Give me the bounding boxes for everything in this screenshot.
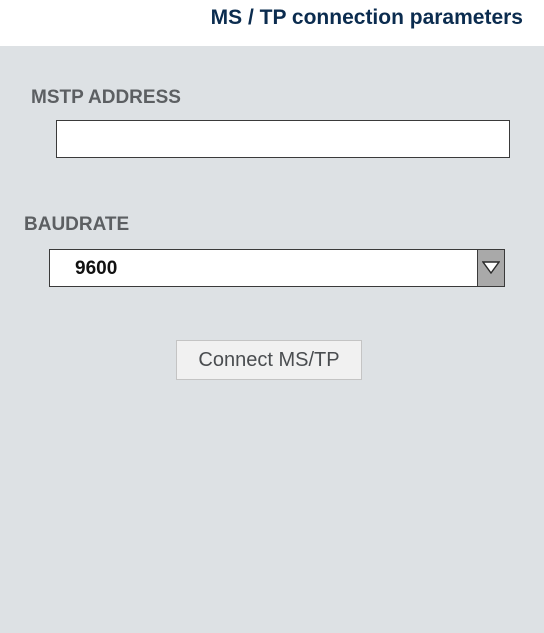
baudrate-select[interactable]: 9600 xyxy=(49,249,505,287)
dropdown-toggle-button[interactable] xyxy=(477,250,504,286)
mstp-address-label: MSTP ADDRESS xyxy=(31,87,181,108)
connect-mstp-button[interactable]: Connect MS/TP xyxy=(176,340,362,380)
triangle-down-icon xyxy=(482,261,500,274)
connection-form: MSTP ADDRESS BAUDRATE 9600 Connect MS/TP xyxy=(0,46,544,633)
baudrate-label: BAUDRATE xyxy=(24,214,130,235)
baudrate-selected-value: 9600 xyxy=(75,258,118,279)
page-title: MS / TP connection parameters xyxy=(210,6,523,29)
panel-header: MS / TP connection parameters xyxy=(0,0,544,46)
mstp-address-input[interactable] xyxy=(56,120,510,158)
